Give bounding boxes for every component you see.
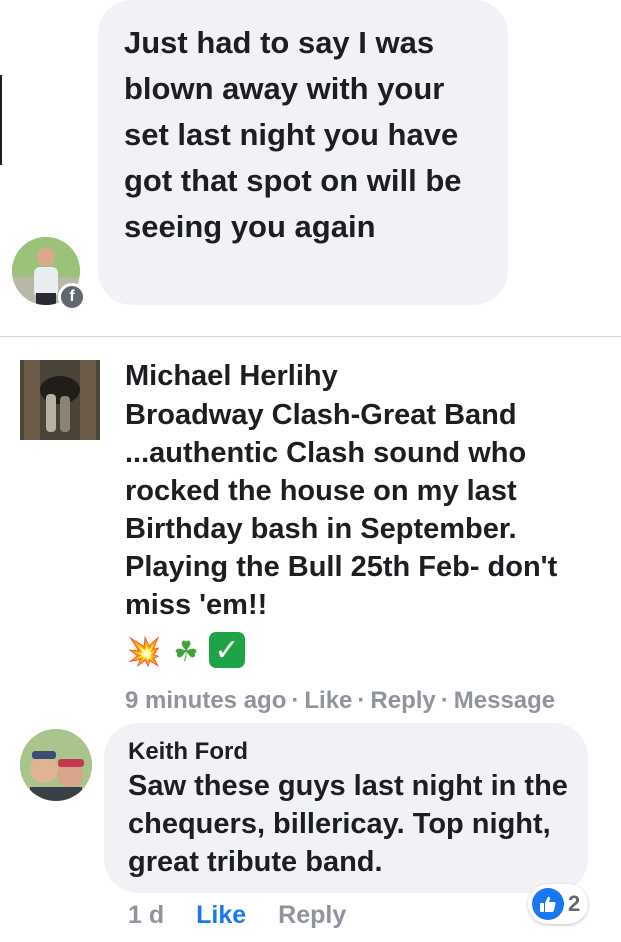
like-link[interactable]: Like	[196, 901, 246, 929]
reply-link[interactable]: Reply	[278, 901, 346, 929]
facebook-icon: f	[58, 283, 86, 311]
avatar-photo-icon	[20, 729, 92, 801]
avatar[interactable]	[20, 729, 92, 801]
reaction-count: 2	[568, 891, 581, 916]
timestamp: 9 minutes ago	[125, 687, 287, 714]
separator-dot: ·	[357, 687, 366, 714]
comment-author[interactable]: Keith Ford	[128, 737, 568, 767]
emoji-row: 💥 ☘ ✓	[125, 632, 245, 672]
shamrock-emoji-icon: ☘	[173, 635, 199, 667]
check-mark-emoji-icon: ✓	[209, 632, 245, 668]
collision-emoji-icon: 💥	[126, 635, 162, 667]
comment-bubble-top: Just had to say I was blown away with yo…	[98, 0, 508, 305]
separator-dot: ·	[440, 687, 449, 714]
comment-text: Broadway Clash-Great Band ...authentic C…	[125, 399, 558, 621]
timestamp: 1 d	[128, 901, 165, 929]
separator-dot: ·	[291, 687, 300, 714]
divider	[0, 336, 621, 337]
comment-text: Saw these guys last night in the chequer…	[128, 770, 568, 878]
reaction-count-pill[interactable]: 2	[528, 884, 589, 924]
edge-mark	[0, 75, 2, 165]
comment-actions: 1 d Like Reply	[128, 899, 346, 931]
comment-text: Just had to say I was blown away with yo…	[124, 25, 462, 244]
message-link[interactable]: Message	[454, 687, 555, 714]
like-link[interactable]: Like	[304, 687, 352, 714]
avatar[interactable]	[20, 360, 100, 440]
comment-author[interactable]: Michael Herlihy	[125, 358, 338, 394]
reply-link[interactable]: Reply	[370, 687, 435, 714]
avatar-photo-icon	[20, 360, 100, 440]
thumbs-up-icon	[532, 888, 564, 920]
comment-bubble-bottom: Keith Ford Saw these guys last night in …	[104, 723, 588, 893]
comment-meta: 9 minutes ago · Like · Reply · Message	[125, 685, 555, 717]
